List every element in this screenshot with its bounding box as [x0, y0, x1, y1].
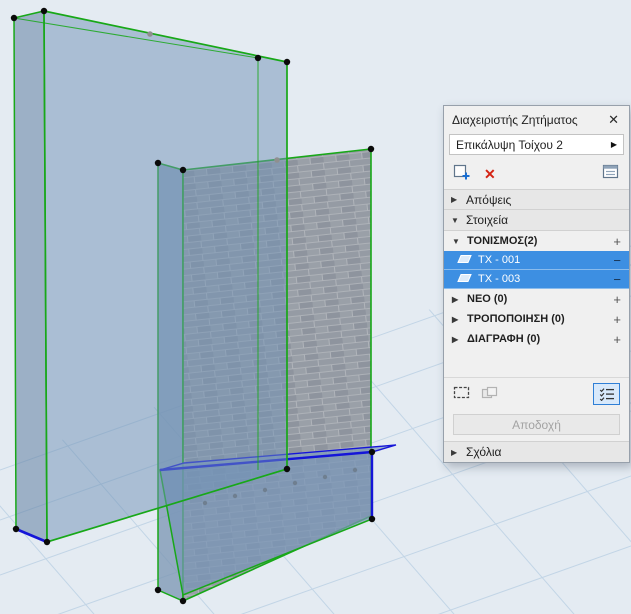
panel-titlebar: Διαχειριστής Ζητήματος ✕ — [444, 106, 629, 132]
element-list-toggle[interactable] — [593, 383, 620, 405]
section-views[interactable]: ▶ Απόψεις — [444, 189, 629, 210]
element-row-tx003[interactable]: TX - 003 − — [444, 270, 629, 289]
group-delete-label: ΔΙΑΓΡΑΦΗ (0) — [467, 333, 540, 345]
group-delete[interactable]: ▶ ΔΙΑΓΡΑΦΗ (0) + — [444, 329, 629, 349]
new-issue-icon[interactable] — [453, 163, 471, 184]
section-comments-label: Σχόλια — [466, 445, 501, 459]
element-label: TX - 001 — [478, 254, 520, 266]
chevron-right-icon: ▶ — [451, 195, 460, 204]
chevron-right-icon: ▶ — [452, 315, 461, 324]
accept-button[interactable]: Αποδοχή — [453, 414, 620, 435]
group-modify-label: ΤΡΟΠΟΠΟΙΗΣΗ (0) — [467, 313, 565, 325]
copy-elements-icon[interactable] — [481, 386, 499, 403]
marquee-icon[interactable] — [453, 386, 471, 403]
element-label: TX - 003 — [478, 273, 520, 285]
add-element-icon[interactable]: + — [613, 234, 621, 249]
issue-selector-value: Επικάλυψη Τοίχου 2 — [456, 138, 563, 152]
wall-large-front-face[interactable] — [44, 11, 287, 542]
group-highlight-label: ΤΟΝΙΣΜΟΣ(2) — [467, 235, 537, 247]
issue-toolbar: ✕ — [444, 159, 629, 189]
delete-issue-icon[interactable]: ✕ — [484, 167, 496, 181]
group-modify[interactable]: ▶ ΤΡΟΠΟΠΟΙΗΣΗ (0) + — [444, 309, 629, 329]
bottom-toolbar — [444, 377, 629, 410]
add-element-icon[interactable]: + — [613, 312, 621, 327]
remove-element-icon[interactable]: − — [613, 253, 621, 268]
wall-large[interactable] — [14, 11, 287, 542]
wall-large-side-face[interactable] — [14, 11, 47, 542]
chevron-right-icon: ▶ — [452, 295, 461, 304]
group-new-label: ΝΕΟ (0) — [467, 293, 507, 305]
section-comments[interactable]: ▶ Σχόλια — [444, 441, 629, 462]
remove-element-icon[interactable]: − — [613, 272, 621, 287]
wall-element-icon — [457, 273, 472, 286]
wall-element-icon — [457, 254, 472, 267]
issue-settings-icon[interactable] — [602, 163, 620, 184]
section-elements-label: Στοιχεία — [466, 213, 508, 227]
chevron-right-icon: ▶ — [451, 448, 460, 457]
selector-arrow-icon: ▶ — [611, 140, 617, 149]
add-element-icon[interactable]: + — [613, 292, 621, 307]
close-icon[interactable]: ✕ — [606, 112, 621, 128]
add-element-icon[interactable]: + — [613, 332, 621, 347]
chevron-down-icon: ▼ — [452, 237, 461, 246]
section-views-label: Απόψεις — [466, 193, 511, 207]
section-elements[interactable]: ▼ Στοιχεία — [444, 210, 629, 231]
chevron-down-icon: ▼ — [451, 216, 460, 225]
issue-manager-panel: Διαχειριστής Ζητήματος ✕ Επικάλυψη Τοίχο… — [443, 105, 630, 463]
issue-selector[interactable]: Επικάλυψη Τοίχου 2 ▶ — [449, 134, 624, 155]
element-row-tx001[interactable]: TX - 001 − — [444, 251, 629, 270]
checklist-icon — [599, 387, 615, 401]
panel-title: Διαχειριστής Ζητήματος — [452, 113, 578, 127]
chevron-right-icon: ▶ — [452, 335, 461, 344]
group-new[interactable]: ▶ ΝΕΟ (0) + — [444, 289, 629, 309]
group-highlight[interactable]: ▼ ΤΟΝΙΣΜΟΣ(2) + — [444, 231, 629, 251]
